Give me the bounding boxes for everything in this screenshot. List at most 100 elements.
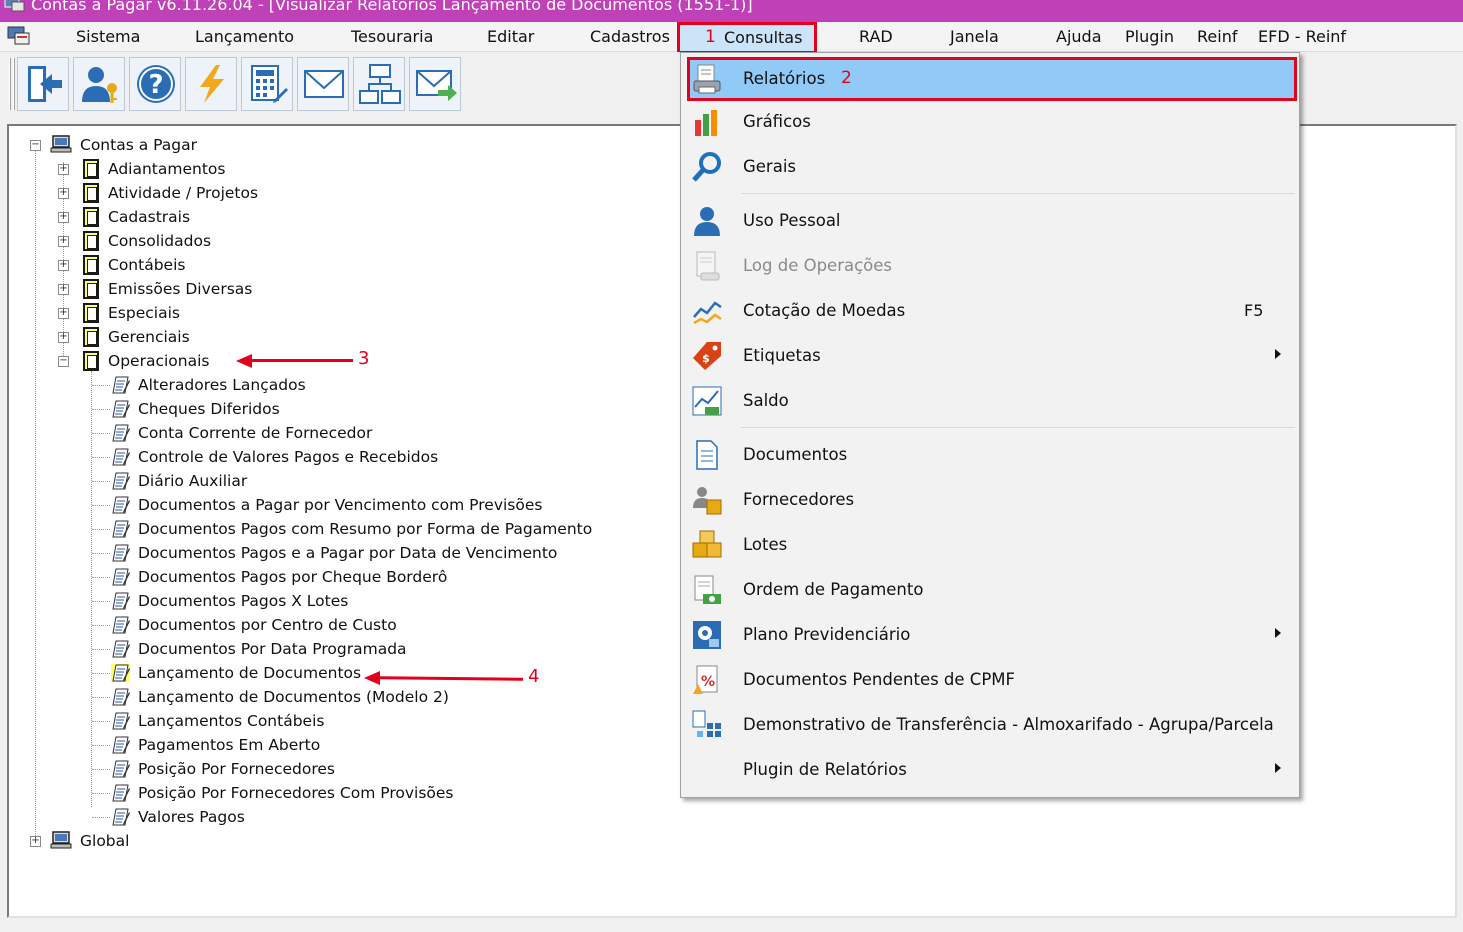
expand-toggle[interactable]: + xyxy=(58,236,69,247)
menu-item-documentos[interactable]: Documentos xyxy=(681,433,1299,478)
menu-rad[interactable]: RAD xyxy=(859,25,893,49)
menu-tesouraria[interactable]: Tesouraria xyxy=(351,25,433,49)
expand-toggle[interactable]: + xyxy=(30,836,41,847)
tree-report-item[interactable]: Alteradores Lançados xyxy=(138,373,306,397)
submenu-arrow-icon xyxy=(1275,628,1281,638)
exit-button[interactable] xyxy=(17,57,69,111)
expand-toggle[interactable]: + xyxy=(58,212,69,223)
tree-folder-5[interactable]: Emissões Diversas xyxy=(108,277,252,301)
report-icon xyxy=(111,592,130,610)
tree-report-item[interactable]: Lançamento de Documentos (Modelo 2) xyxy=(138,685,449,709)
report-icon xyxy=(111,808,130,826)
report-icon xyxy=(111,472,130,490)
boxes-icon xyxy=(691,529,723,561)
toolbar-grip[interactable] xyxy=(9,58,11,110)
tree-report-item[interactable]: Diário Auxiliar xyxy=(138,469,247,493)
tree-report-item[interactable]: Documentos Pagos com Resumo por Forma de… xyxy=(138,517,592,541)
annotation-arrowhead-4 xyxy=(364,671,380,685)
menu-plugin[interactable]: Plugin xyxy=(1125,25,1174,49)
tree-global-label[interactable]: Global xyxy=(80,829,129,853)
tree-folder-8[interactable]: Operacionais xyxy=(108,349,209,373)
system-menu-icon[interactable] xyxy=(6,25,32,47)
tree-report-item[interactable]: Posição Por Fornecedores Com Provisões xyxy=(138,781,454,805)
menu-item-cotacao-de-moedas[interactable]: Cotação de Moedas F5 xyxy=(681,289,1299,334)
menu-item-lotes[interactable]: Lotes xyxy=(681,523,1299,568)
tree-folder-3[interactable]: Consolidados xyxy=(108,229,211,253)
tree-report-item[interactable]: Documentos a Pagar por Vencimento com Pr… xyxy=(138,493,542,517)
menu-item-graficos[interactable]: Gráficos xyxy=(681,100,1299,145)
menu-item-gerais[interactable]: Gerais xyxy=(681,145,1299,190)
lightning-button[interactable] xyxy=(185,57,237,111)
toolbar-grip xyxy=(13,58,15,110)
menu-item-plano-previdenciario[interactable]: Plano Previdenciário xyxy=(681,613,1299,658)
menu-consultas[interactable]: 1 Consultas xyxy=(677,22,818,54)
user-key-button[interactable] xyxy=(73,57,125,111)
expand-toggle[interactable]: + xyxy=(58,188,69,199)
menu-item-documentos-pendentes-de-cpmf[interactable]: % Documentos Pendentes de CPMF xyxy=(681,658,1299,703)
menu-item-relatorios[interactable]: Relatórios 2 xyxy=(687,57,1297,101)
menu-separator xyxy=(741,193,1295,194)
menu-item-demonstrativo-de-transferencia-almoxarifado-agrupa-parcela[interactable]: Demonstrativo de Transferência - Almoxar… xyxy=(681,703,1299,748)
tree-report-item[interactable]: Valores Pagos xyxy=(138,805,245,829)
calculator-edit-button[interactable] xyxy=(241,57,293,111)
tree-report-item[interactable]: Controle de Valores Pagos e Recebidos xyxy=(138,445,438,469)
svg-text:$: $ xyxy=(702,352,710,365)
collapse-toggle[interactable]: − xyxy=(58,356,69,367)
expand-toggle[interactable]: + xyxy=(58,332,69,343)
report-icon xyxy=(111,544,130,562)
tree-report-item[interactable]: Cheques Diferidos xyxy=(138,397,280,421)
report-icon xyxy=(111,376,130,394)
svg-text:?: ? xyxy=(148,70,163,100)
menu-bar: Sistema Lançamento Tesouraria Editar Cad… xyxy=(0,22,1463,54)
window-title: Contas a Pagar v6.11.26.04 - [Visualizar… xyxy=(31,0,753,14)
tree-report-item[interactable]: Documentos Pagos por Cheque Borderô xyxy=(138,565,447,589)
menu-item-ordem-de-pagamento[interactable]: Ordem de Pagamento xyxy=(681,568,1299,613)
menu-item-saldo[interactable]: Saldo xyxy=(681,379,1299,424)
computer-icon xyxy=(50,135,72,153)
menu-efd-reinf[interactable]: EFD - Reinf xyxy=(1258,25,1346,49)
report-icon xyxy=(111,448,130,466)
tree-report-item[interactable]: Documentos por Centro de Custo xyxy=(138,613,397,637)
expand-toggle[interactable]: + xyxy=(58,260,69,271)
expand-toggle[interactable]: + xyxy=(58,284,69,295)
tree-folder-0[interactable]: Adiantamentos xyxy=(108,157,225,181)
menu-cadastros[interactable]: Cadastros xyxy=(590,25,670,49)
tree-report-item[interactable]: Lançamento de Documentos xyxy=(138,661,361,685)
menu-item-etiquetas[interactable]: $ Etiquetas xyxy=(681,334,1299,379)
tree-report-item[interactable]: Posição Por Fornecedores xyxy=(138,757,335,781)
tree-root-label[interactable]: Contas a Pagar xyxy=(80,133,197,157)
menu-item-fornecedores[interactable]: Fornecedores xyxy=(681,478,1299,523)
collapse-toggle[interactable]: − xyxy=(30,140,41,151)
menu-editar[interactable]: Editar xyxy=(487,25,534,49)
expand-toggle[interactable]: + xyxy=(58,164,69,175)
tree-folder-1[interactable]: Atividade / Projetos xyxy=(108,181,258,205)
tree-report-item[interactable]: Documentos Pagos e a Pagar por Data de V… xyxy=(138,541,557,565)
menu-reinf[interactable]: Reinf xyxy=(1197,25,1237,49)
folder-icon xyxy=(83,279,99,299)
tree-report-item[interactable]: Lançamentos Contábeis xyxy=(138,709,324,733)
menu-item-uso-pessoal[interactable]: Uso Pessoal xyxy=(681,199,1299,244)
menu-lancamento[interactable]: Lançamento xyxy=(195,25,294,49)
user-key-icon xyxy=(82,67,117,103)
mail-send-button[interactable] xyxy=(409,57,461,111)
tree-line xyxy=(92,433,110,434)
magnifier-icon xyxy=(691,151,723,183)
tree-folder-4[interactable]: Contábeis xyxy=(108,253,185,277)
menu-ajuda[interactable]: Ajuda xyxy=(1056,25,1102,49)
tree-report-item[interactable]: Documentos Por Data Programada xyxy=(138,637,407,661)
help-button[interactable]: ? xyxy=(129,57,181,111)
tree-folder-2[interactable]: Cadastrais xyxy=(108,205,190,229)
annotation-badge-4: 4 xyxy=(528,666,540,687)
expand-toggle[interactable]: + xyxy=(58,308,69,319)
network-button[interactable] xyxy=(353,57,405,111)
tree-folder-6[interactable]: Especiais xyxy=(108,301,180,325)
tree-folder-7[interactable]: Gerenciais xyxy=(108,325,190,349)
tree-report-item[interactable]: Documentos Pagos X Lotes xyxy=(138,589,348,613)
tree-report-item[interactable]: Conta Corrente de Fornecedor xyxy=(138,421,372,445)
menu-janela[interactable]: Janela xyxy=(950,25,999,49)
tree-report-item[interactable]: Pagamentos Em Aberto xyxy=(138,733,320,757)
menu-sistema[interactable]: Sistema xyxy=(76,25,140,49)
report-icon xyxy=(111,616,130,634)
mail-button[interactable] xyxy=(297,57,349,111)
menu-item-plugin-de-relatorios[interactable]: Plugin de Relatórios xyxy=(681,748,1299,793)
